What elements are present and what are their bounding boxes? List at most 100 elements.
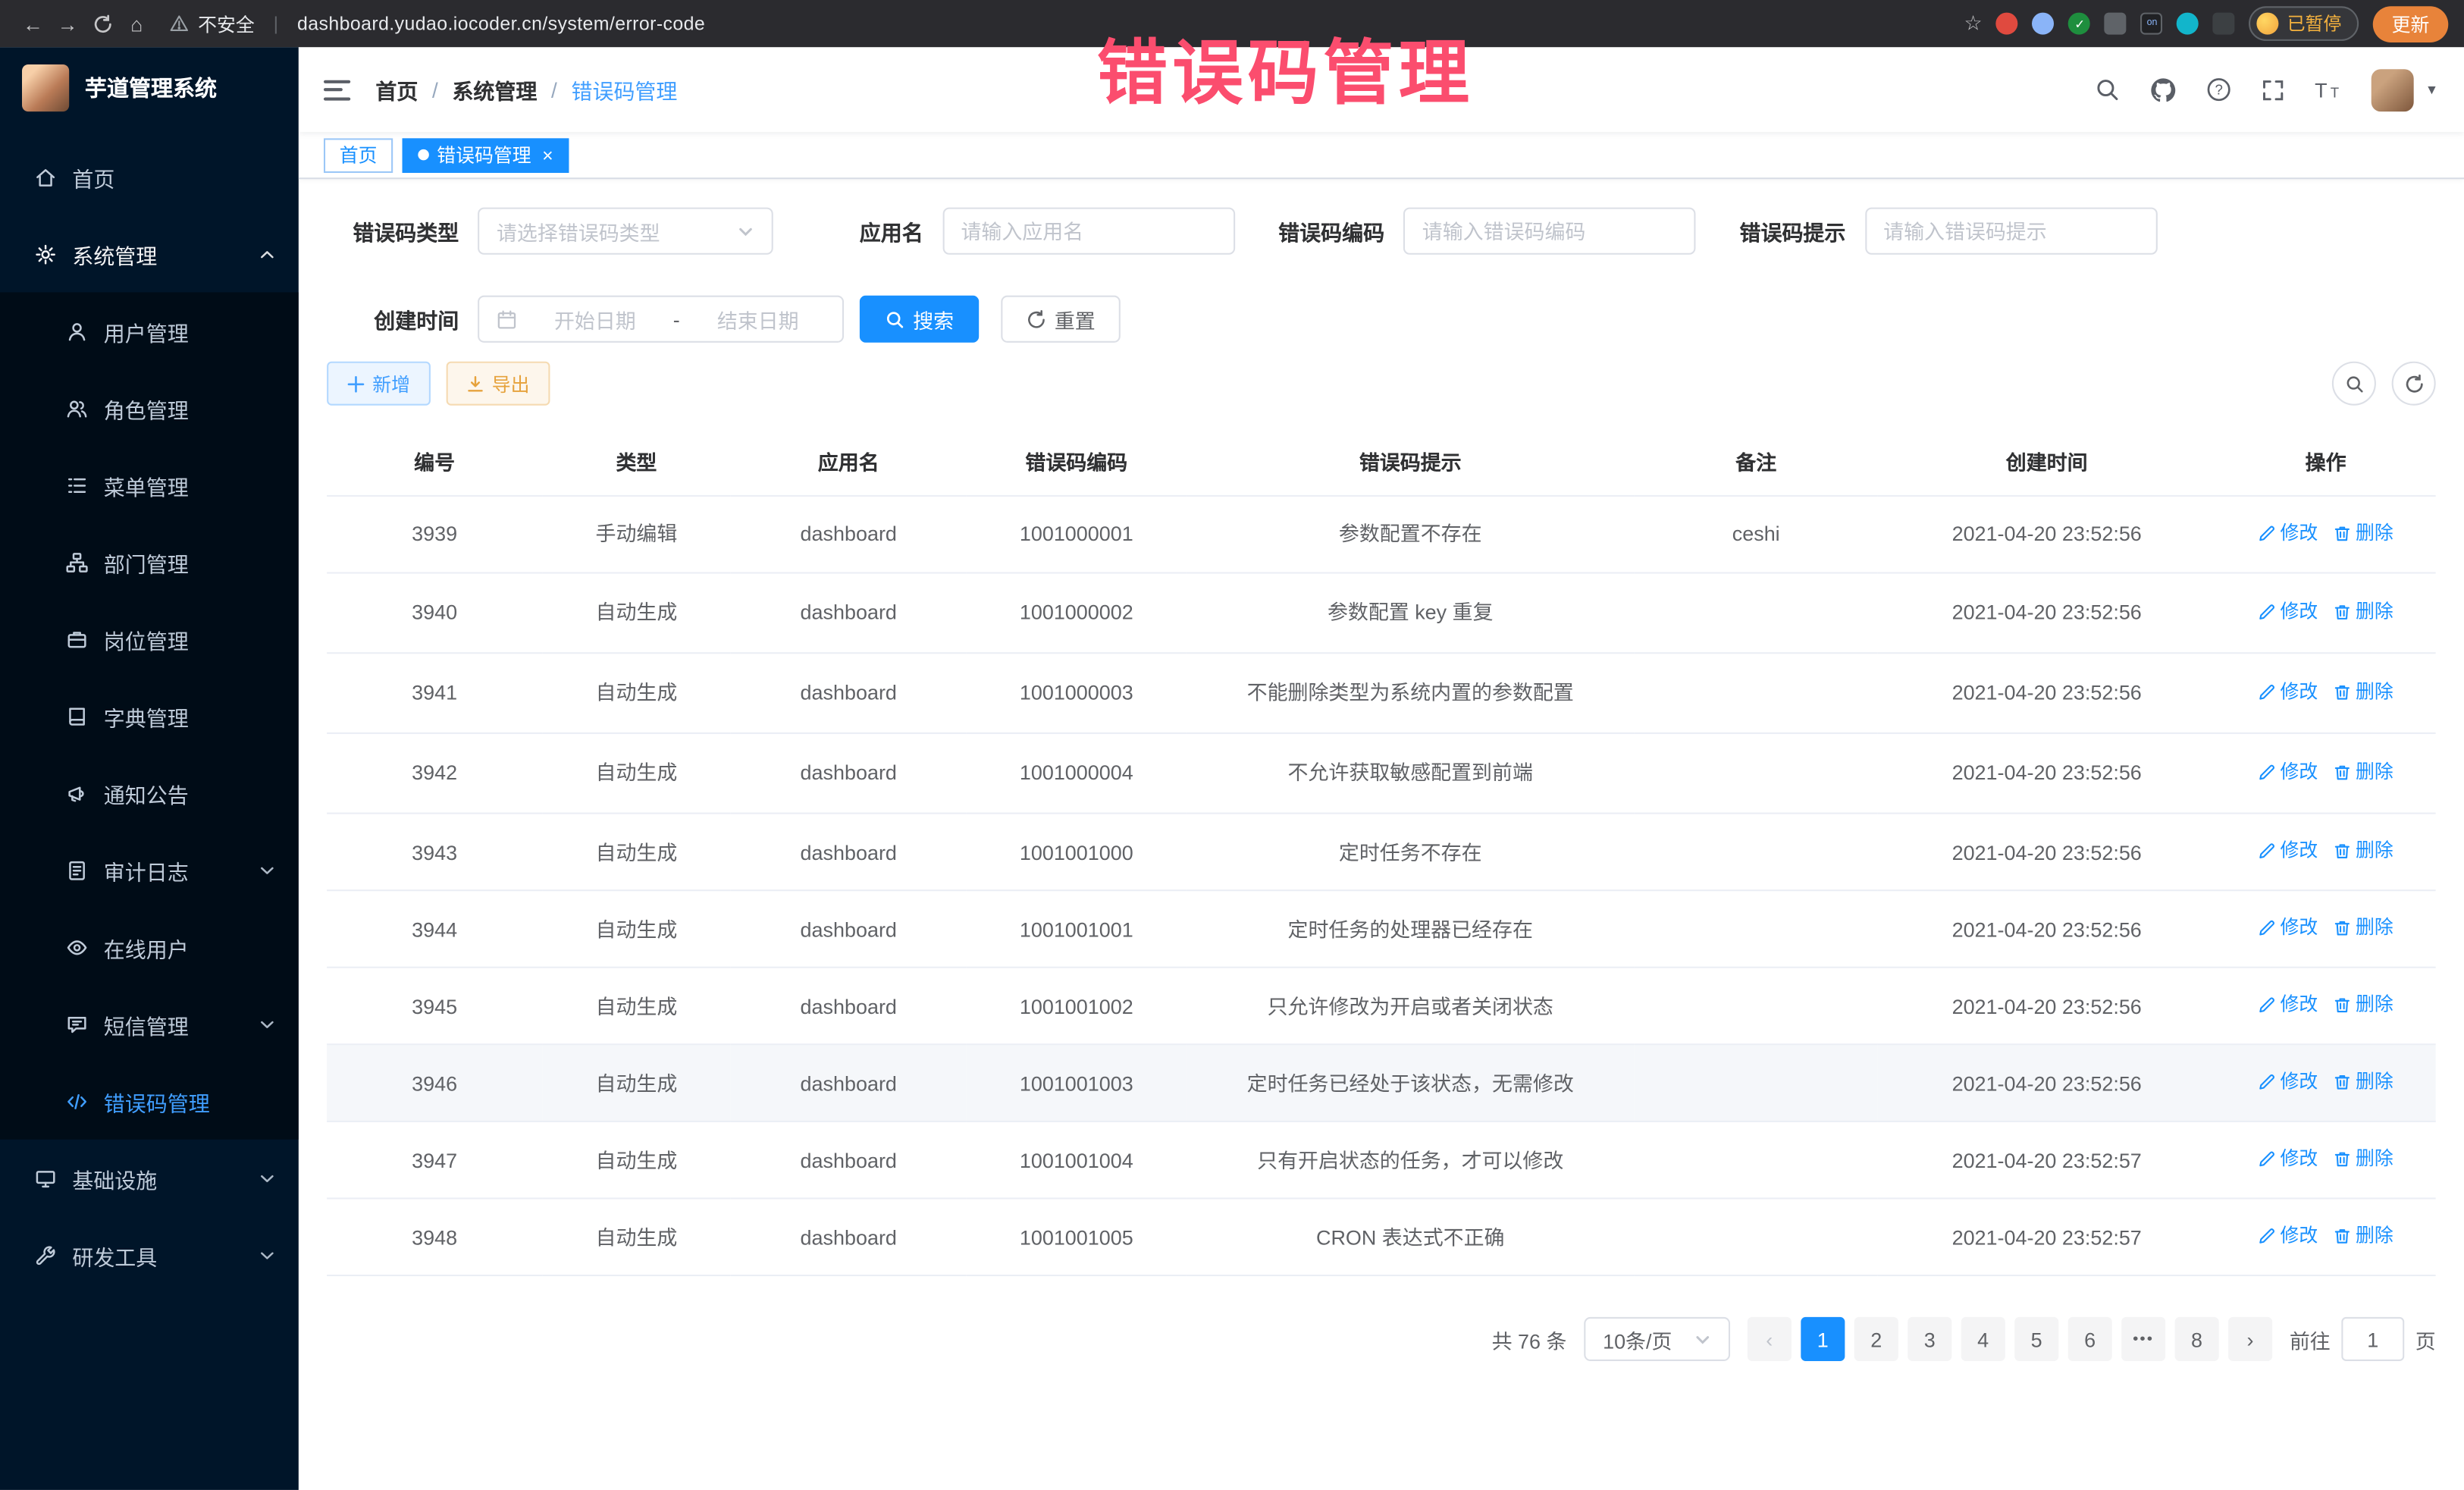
sidebar-item-role[interactable]: 角色管理 <box>0 369 299 447</box>
delete-link[interactable]: 删除 <box>2334 990 2393 1018</box>
error-code-input[interactable] <box>1422 219 1677 243</box>
sidebar-item-post[interactable]: 岗位管理 <box>0 601 299 678</box>
extension-icon-red[interactable] <box>1996 13 2018 35</box>
delete-link[interactable]: 删除 <box>2334 758 2393 786</box>
page-button-8[interactable]: 8 <box>2175 1318 2219 1362</box>
edit-link[interactable]: 修改 <box>2258 1068 2318 1096</box>
extension-icon-on-badge[interactable]: on <box>2141 13 2163 35</box>
delete-link[interactable]: 删除 <box>2334 836 2393 864</box>
column-header[interactable]: 错误码编码 <box>967 428 1187 496</box>
toggle-search-button[interactable] <box>2332 362 2376 406</box>
caret-down-icon[interactable]: ▾ <box>2428 81 2435 99</box>
github-icon[interactable] <box>2149 77 2176 103</box>
delete-link[interactable]: 删除 <box>2334 598 2393 626</box>
delete-link[interactable]: 删除 <box>2334 519 2393 547</box>
search-button[interactable]: 搜索 <box>860 296 980 343</box>
column-header[interactable]: 创建时间 <box>1878 428 2216 496</box>
back-icon[interactable]: ← <box>16 6 51 41</box>
next-page-button[interactable]: › <box>2228 1318 2272 1362</box>
page-button-1[interactable]: 1 <box>1801 1318 1845 1362</box>
column-header[interactable]: 操作 <box>2216 428 2436 496</box>
page-button-6[interactable]: 6 <box>2068 1318 2112 1362</box>
edit-link[interactable]: 修改 <box>2258 598 2318 626</box>
help-icon[interactable]: ? <box>2206 77 2231 102</box>
column-header[interactable]: 类型 <box>542 428 731 496</box>
sidebar-item-dict[interactable]: 字典管理 <box>0 677 299 754</box>
app-name-input[interactable] <box>961 219 1215 243</box>
column-header[interactable]: 错误码提示 <box>1187 428 1635 496</box>
home-icon[interactable]: ⌂ <box>120 6 155 41</box>
breadcrumb-item[interactable]: 首页 <box>375 74 418 105</box>
edit-link[interactable]: 修改 <box>2258 519 2318 547</box>
sidebar-item-menu[interactable]: 菜单管理 <box>0 447 299 524</box>
extension-icon-teal[interactable] <box>2177 13 2199 35</box>
edit-link[interactable]: 修改 <box>2258 990 2318 1018</box>
menu-toggle-button[interactable] <box>324 80 350 100</box>
column-header[interactable]: 编号 <box>327 428 542 496</box>
extension-icon-blue[interactable] <box>2033 13 2055 35</box>
sidebar-item-devtools[interactable]: 研发工具 <box>0 1216 299 1294</box>
page-button-4[interactable]: 4 <box>1961 1318 2005 1362</box>
date-range-picker[interactable]: 开始日期 - 结束日期 <box>478 296 844 343</box>
edit-link[interactable]: 修改 <box>2258 758 2318 786</box>
page-button-3[interactable]: 3 <box>1908 1318 1951 1362</box>
edit-link[interactable]: 修改 <box>2258 914 2318 942</box>
goto-page-input[interactable] <box>2341 1318 2404 1362</box>
sidebar-item-sms[interactable]: 短信管理 <box>0 986 299 1063</box>
edit-link[interactable]: 修改 <box>2258 1145 2318 1173</box>
tab-home[interactable]: 首页 <box>324 137 393 172</box>
error-type-select[interactable]: 请选择错误码类型 <box>478 208 773 255</box>
sidebar-item-user[interactable]: 用户管理 <box>0 293 299 370</box>
tags-bar: 首页错误码管理× <box>299 132 2464 179</box>
forward-icon[interactable]: → <box>50 6 85 41</box>
bookmark-star-icon[interactable]: ☆ <box>1964 11 1983 36</box>
page-button-5[interactable]: 5 <box>2014 1318 2058 1362</box>
edit-link[interactable]: 修改 <box>2258 1222 2318 1250</box>
edit-link[interactable]: 修改 <box>2258 836 2318 864</box>
column-header[interactable]: 应用名 <box>731 428 967 496</box>
search-icon[interactable] <box>2095 77 2120 102</box>
extensions-puzzle-icon[interactable] <box>2213 13 2235 35</box>
filter-hint-label: 错误码提示 <box>1739 215 1845 246</box>
tab-error-code[interactable]: 错误码管理× <box>403 137 569 172</box>
delete-link[interactable]: 删除 <box>2334 1145 2393 1173</box>
fullscreen-icon[interactable] <box>2262 78 2285 102</box>
delete-link[interactable]: 删除 <box>2334 1068 2393 1096</box>
sidebar-item-system[interactable]: 系统管理 <box>0 215 299 293</box>
add-button[interactable]: 新增 <box>327 362 431 406</box>
page-size-select[interactable]: 10条/页 <box>1584 1318 1730 1362</box>
refresh-table-button[interactable] <box>2392 362 2436 406</box>
font-size-icon[interactable]: TT <box>2315 78 2341 102</box>
site-security-chip[interactable]: 不安全 | dashboard.yudao.iocoder.cn/system/… <box>170 10 705 36</box>
sidebar-item-dept[interactable]: 部门管理 <box>0 523 299 601</box>
reset-button[interactable]: 重置 <box>1001 296 1121 343</box>
more-pages-button[interactable]: ••• <box>2121 1318 2165 1362</box>
edit-link[interactable]: 修改 <box>2258 678 2318 706</box>
sidebar-item-infra[interactable]: 基础设施 <box>0 1140 299 1217</box>
error-hint-input[interactable] <box>1883 219 2138 243</box>
extension-icon-green-check[interactable]: ✓ <box>2069 13 2091 35</box>
prev-page-button[interactable]: ‹ <box>1748 1318 1792 1362</box>
sidebar-item-error-code[interactable]: 错误码管理 <box>0 1062 299 1140</box>
reload-icon[interactable] <box>85 6 120 41</box>
delete-link[interactable]: 删除 <box>2334 1222 2393 1250</box>
sidebar-item-online-user[interactable]: 在线用户 <box>0 908 299 986</box>
sidebar-item-audit-log[interactable]: 审计日志 <box>0 831 299 908</box>
app-logo-row[interactable]: 芋道管理系统 <box>0 47 299 129</box>
sidebar-item-notice[interactable]: 通知公告 <box>0 754 299 832</box>
extension-icon-bars[interactable] <box>2105 13 2127 35</box>
delete-link[interactable]: 删除 <box>2334 914 2393 942</box>
cell-actions: 修改删除 <box>2216 814 2436 891</box>
sidebar-item-home[interactable]: 首页 <box>0 138 299 215</box>
user-avatar[interactable] <box>2372 68 2414 111</box>
url-text[interactable]: dashboard.yudao.iocoder.cn/system/error-… <box>297 13 705 35</box>
profile-paused-pill[interactable]: 已暂停 <box>2249 6 2359 41</box>
reset-button-label: 重置 <box>1055 304 1096 334</box>
column-header[interactable]: 备注 <box>1635 428 1878 496</box>
breadcrumb-item[interactable]: 系统管理 <box>452 74 537 105</box>
update-button[interactable]: 更新 <box>2373 5 2449 42</box>
page-button-2[interactable]: 2 <box>1854 1318 1898 1362</box>
close-icon[interactable]: × <box>542 146 553 165</box>
delete-link[interactable]: 删除 <box>2334 678 2393 706</box>
export-button[interactable]: 导出 <box>447 362 550 406</box>
